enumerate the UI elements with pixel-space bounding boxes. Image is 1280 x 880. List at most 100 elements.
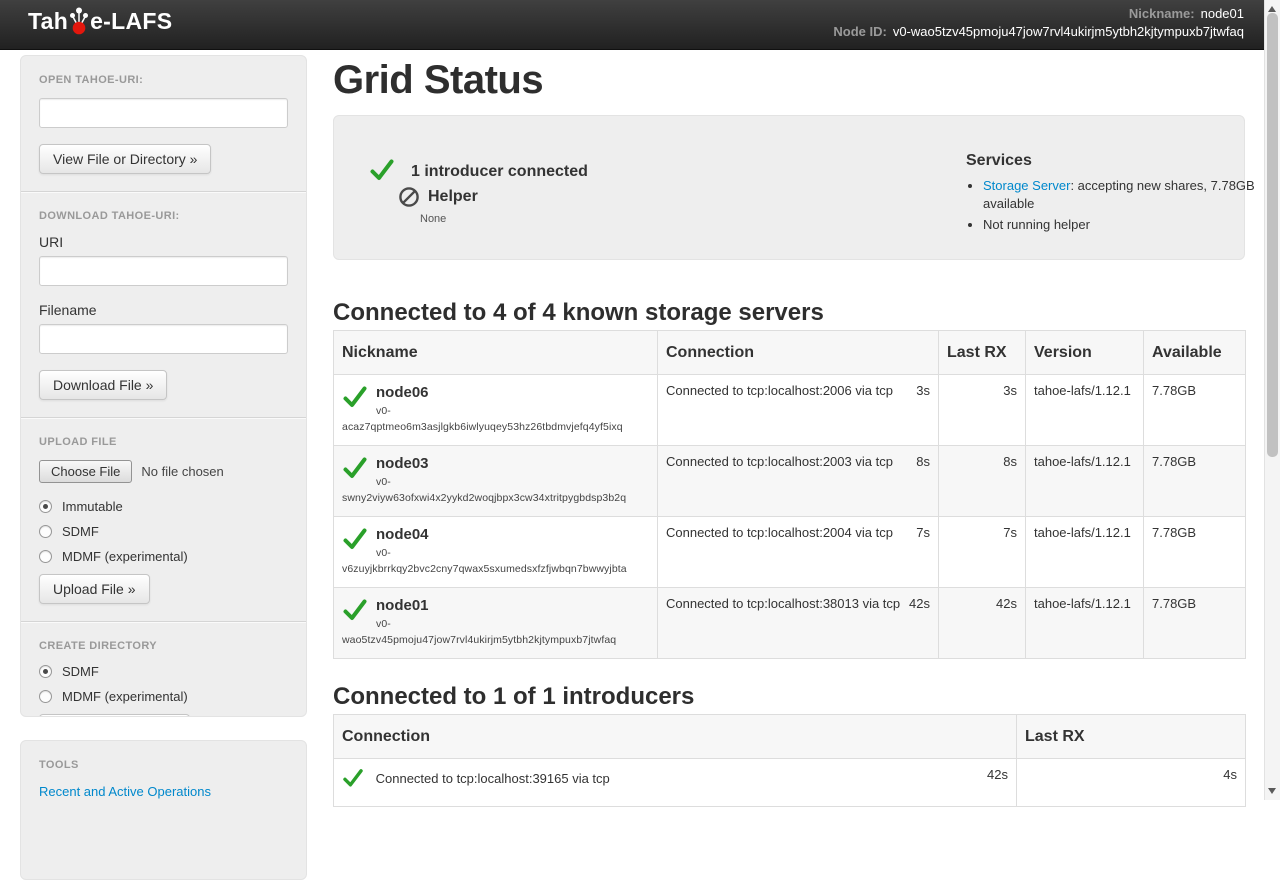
scroll-down-arrow-icon[interactable] xyxy=(1268,788,1276,794)
recent-operations-link[interactable]: Recent and Active Operations xyxy=(39,784,211,799)
choose-file-button[interactable]: Choose File xyxy=(39,460,132,483)
check-icon xyxy=(342,767,364,789)
download-file-button[interactable]: Download File » xyxy=(39,370,167,400)
tools-label: TOOLS xyxy=(39,759,288,771)
file-status-text: No file chosen xyxy=(141,464,223,479)
prohibited-icon xyxy=(398,186,420,208)
version-cell: tahoe-lafs/1.12.1 xyxy=(1026,375,1144,446)
nickname-label: Nickname: xyxy=(1129,6,1195,21)
connection-text: Connected to tcp:localhost:39165 via tcp xyxy=(376,771,610,786)
open-uri-input[interactable] xyxy=(39,98,288,128)
radio-mdmf[interactable]: MDMF (experimental) xyxy=(39,549,288,564)
vertical-scrollbar[interactable] xyxy=(1264,0,1280,800)
last-rx-cell: 42s xyxy=(939,588,1026,659)
connection-age: 42s xyxy=(987,767,1008,782)
connection-cell: 7sConnected to tcp:localhost:2004 via tc… xyxy=(658,517,939,588)
connection-cell: 8sConnected to tcp:localhost:2003 via tc… xyxy=(658,446,939,517)
scroll-up-arrow-icon[interactable] xyxy=(1268,6,1276,12)
open-uri-label: OPEN TAHOE-URI: xyxy=(39,74,288,86)
download-uri-input[interactable] xyxy=(39,256,288,286)
main-content: Grid Status 1 introducer connected Helpe… xyxy=(333,50,1245,807)
create-directory-label: CREATE DIRECTORY xyxy=(39,640,288,652)
scrollbar-thumb[interactable] xyxy=(1267,13,1278,457)
nickname-row: Nickname: node01 xyxy=(833,5,1244,23)
create-directory-section: CREATE DIRECTORY SDMF MDMF (experimental… xyxy=(39,640,288,717)
storage-row-node01: node01 v0-wao5tzv45pmoju47jow7rvl4ukirjm… xyxy=(334,588,1246,659)
col-connection: Connection xyxy=(334,715,1017,759)
open-uri-section: OPEN TAHOE-URI: View File or Directory » xyxy=(39,74,288,174)
nickname-value: node01 xyxy=(1201,6,1244,21)
node-nickname: node06 xyxy=(342,383,649,403)
col-last-rx: Last RX xyxy=(1017,715,1246,759)
available-cell: 7.78GB xyxy=(1144,588,1246,659)
col-version: Version xyxy=(1026,331,1144,375)
check-icon xyxy=(342,526,368,552)
check-icon xyxy=(342,597,368,623)
radio-icon xyxy=(39,665,52,678)
radio-icon xyxy=(39,500,52,513)
filename-field-label: Filename xyxy=(39,302,288,318)
services-list: Storage Server: accepting new shares, 7.… xyxy=(966,177,1256,234)
nickname-cell: node03 v0-swny2viyw63ofxwi4x2yykd2woqjbp… xyxy=(334,446,658,517)
radio-dir-sdmf[interactable]: SDMF xyxy=(39,664,288,679)
storage-server-link[interactable]: Storage Server xyxy=(983,178,1070,193)
node-id-label: Node ID: xyxy=(833,24,886,39)
page-title: Grid Status xyxy=(333,55,1245,105)
file-input: Choose File No file chosen xyxy=(39,460,288,483)
connection-text: Connected to tcp:localhost:38013 via tcp xyxy=(666,596,900,611)
available-cell: 7.78GB xyxy=(1144,375,1246,446)
radio-immutable[interactable]: Immutable xyxy=(39,499,288,514)
download-uri-section: DOWNLOAD TAHOE-URI: URI Filename Downloa… xyxy=(39,210,288,400)
service-helper-item: Not running helper xyxy=(983,216,1256,234)
top-navbar: Tah e-LAFS Nickname: node01 Node ID: v0-wa… xyxy=(0,0,1264,50)
radio-icon xyxy=(39,525,52,538)
tahoe-balloon-icon xyxy=(69,5,89,35)
storage-row-node06: node06 v0-acaz7qptmeo6m3asjlgkb6iwlyuqey… xyxy=(334,375,1246,446)
divider xyxy=(21,417,306,419)
download-uri-label: DOWNLOAD TAHOE-URI: xyxy=(39,210,288,222)
brand-text-pre: Tah xyxy=(28,8,68,35)
radio-label: MDMF (experimental) xyxy=(62,689,188,704)
services-block: Services Storage Server: accepting new s… xyxy=(966,152,1256,237)
node-id-value: v0-wao5tzv45pmoju47jow7rvl4ukirjm5ytbh2k… xyxy=(893,24,1244,39)
sidebar-forms-panel: OPEN TAHOE-URI: View File or Directory »… xyxy=(20,55,307,717)
node-meta: Nickname: node01 Node ID: v0-wao5tzv45pmoj… xyxy=(833,5,1244,40)
radio-label: MDMF (experimental) xyxy=(62,549,188,564)
radio-label: Immutable xyxy=(62,499,123,514)
introducer-row: 42s Connected to tcp:localhost:39165 via… xyxy=(334,759,1246,807)
radio-sdmf[interactable]: SDMF xyxy=(39,524,288,539)
radio-label: SDMF xyxy=(62,524,99,539)
connection-age: 3s xyxy=(916,383,930,398)
node-nickname: node04 xyxy=(342,525,649,545)
last-rx-cell: 7s xyxy=(939,517,1026,588)
brand-logo[interactable]: Tah e-LAFS xyxy=(28,8,172,35)
available-cell: 7.78GB xyxy=(1144,446,1246,517)
radio-dir-mdmf[interactable]: MDMF (experimental) xyxy=(39,689,288,704)
introducer-status-text: 1 introducer connected xyxy=(411,163,588,181)
radio-icon xyxy=(39,550,52,563)
check-icon xyxy=(369,157,395,183)
node-id: v0-wao5tzv45pmoju47jow7rvl4ukirjm5ytbh2k… xyxy=(342,616,649,648)
services-title: Services xyxy=(966,152,1256,170)
table-header-row: Connection Last RX xyxy=(334,715,1246,759)
nickname-cell: node04 v0-v6zuyjkbrrkqy2bvc2cny7qwax5sxu… xyxy=(334,517,658,588)
divider xyxy=(21,621,306,623)
storage-servers-table: Nickname Connection Last RX Version Avai… xyxy=(333,330,1246,659)
col-nickname: Nickname xyxy=(334,331,658,375)
col-available: Available xyxy=(1144,331,1246,375)
col-connection: Connection xyxy=(658,331,939,375)
available-cell: 7.78GB xyxy=(1144,517,1246,588)
upload-file-button[interactable]: Upload File » xyxy=(39,574,150,604)
tools-panel: TOOLS Recent and Active Operations xyxy=(20,740,307,880)
node-nickname: node03 xyxy=(342,454,649,474)
view-file-button[interactable]: View File or Directory » xyxy=(39,144,211,174)
filename-input[interactable] xyxy=(39,324,288,354)
introducers-heading: Connected to 1 of 1 introducers xyxy=(333,684,1245,710)
upload-file-label: UPLOAD FILE xyxy=(39,436,288,448)
introducers-table: Connection Last RX 42s Connected to tcp:… xyxy=(333,714,1246,807)
storage-row-node04: node04 v0-v6zuyjkbrrkqy2bvc2cny7qwax5sxu… xyxy=(334,517,1246,588)
connection-text: Connected to tcp:localhost:2004 via tcp xyxy=(666,525,893,540)
connection-cell: 3sConnected to tcp:localhost:2006 via tc… xyxy=(658,375,939,446)
create-directory-button[interactable]: Create a directory » xyxy=(39,714,190,717)
col-last-rx: Last RX xyxy=(939,331,1026,375)
